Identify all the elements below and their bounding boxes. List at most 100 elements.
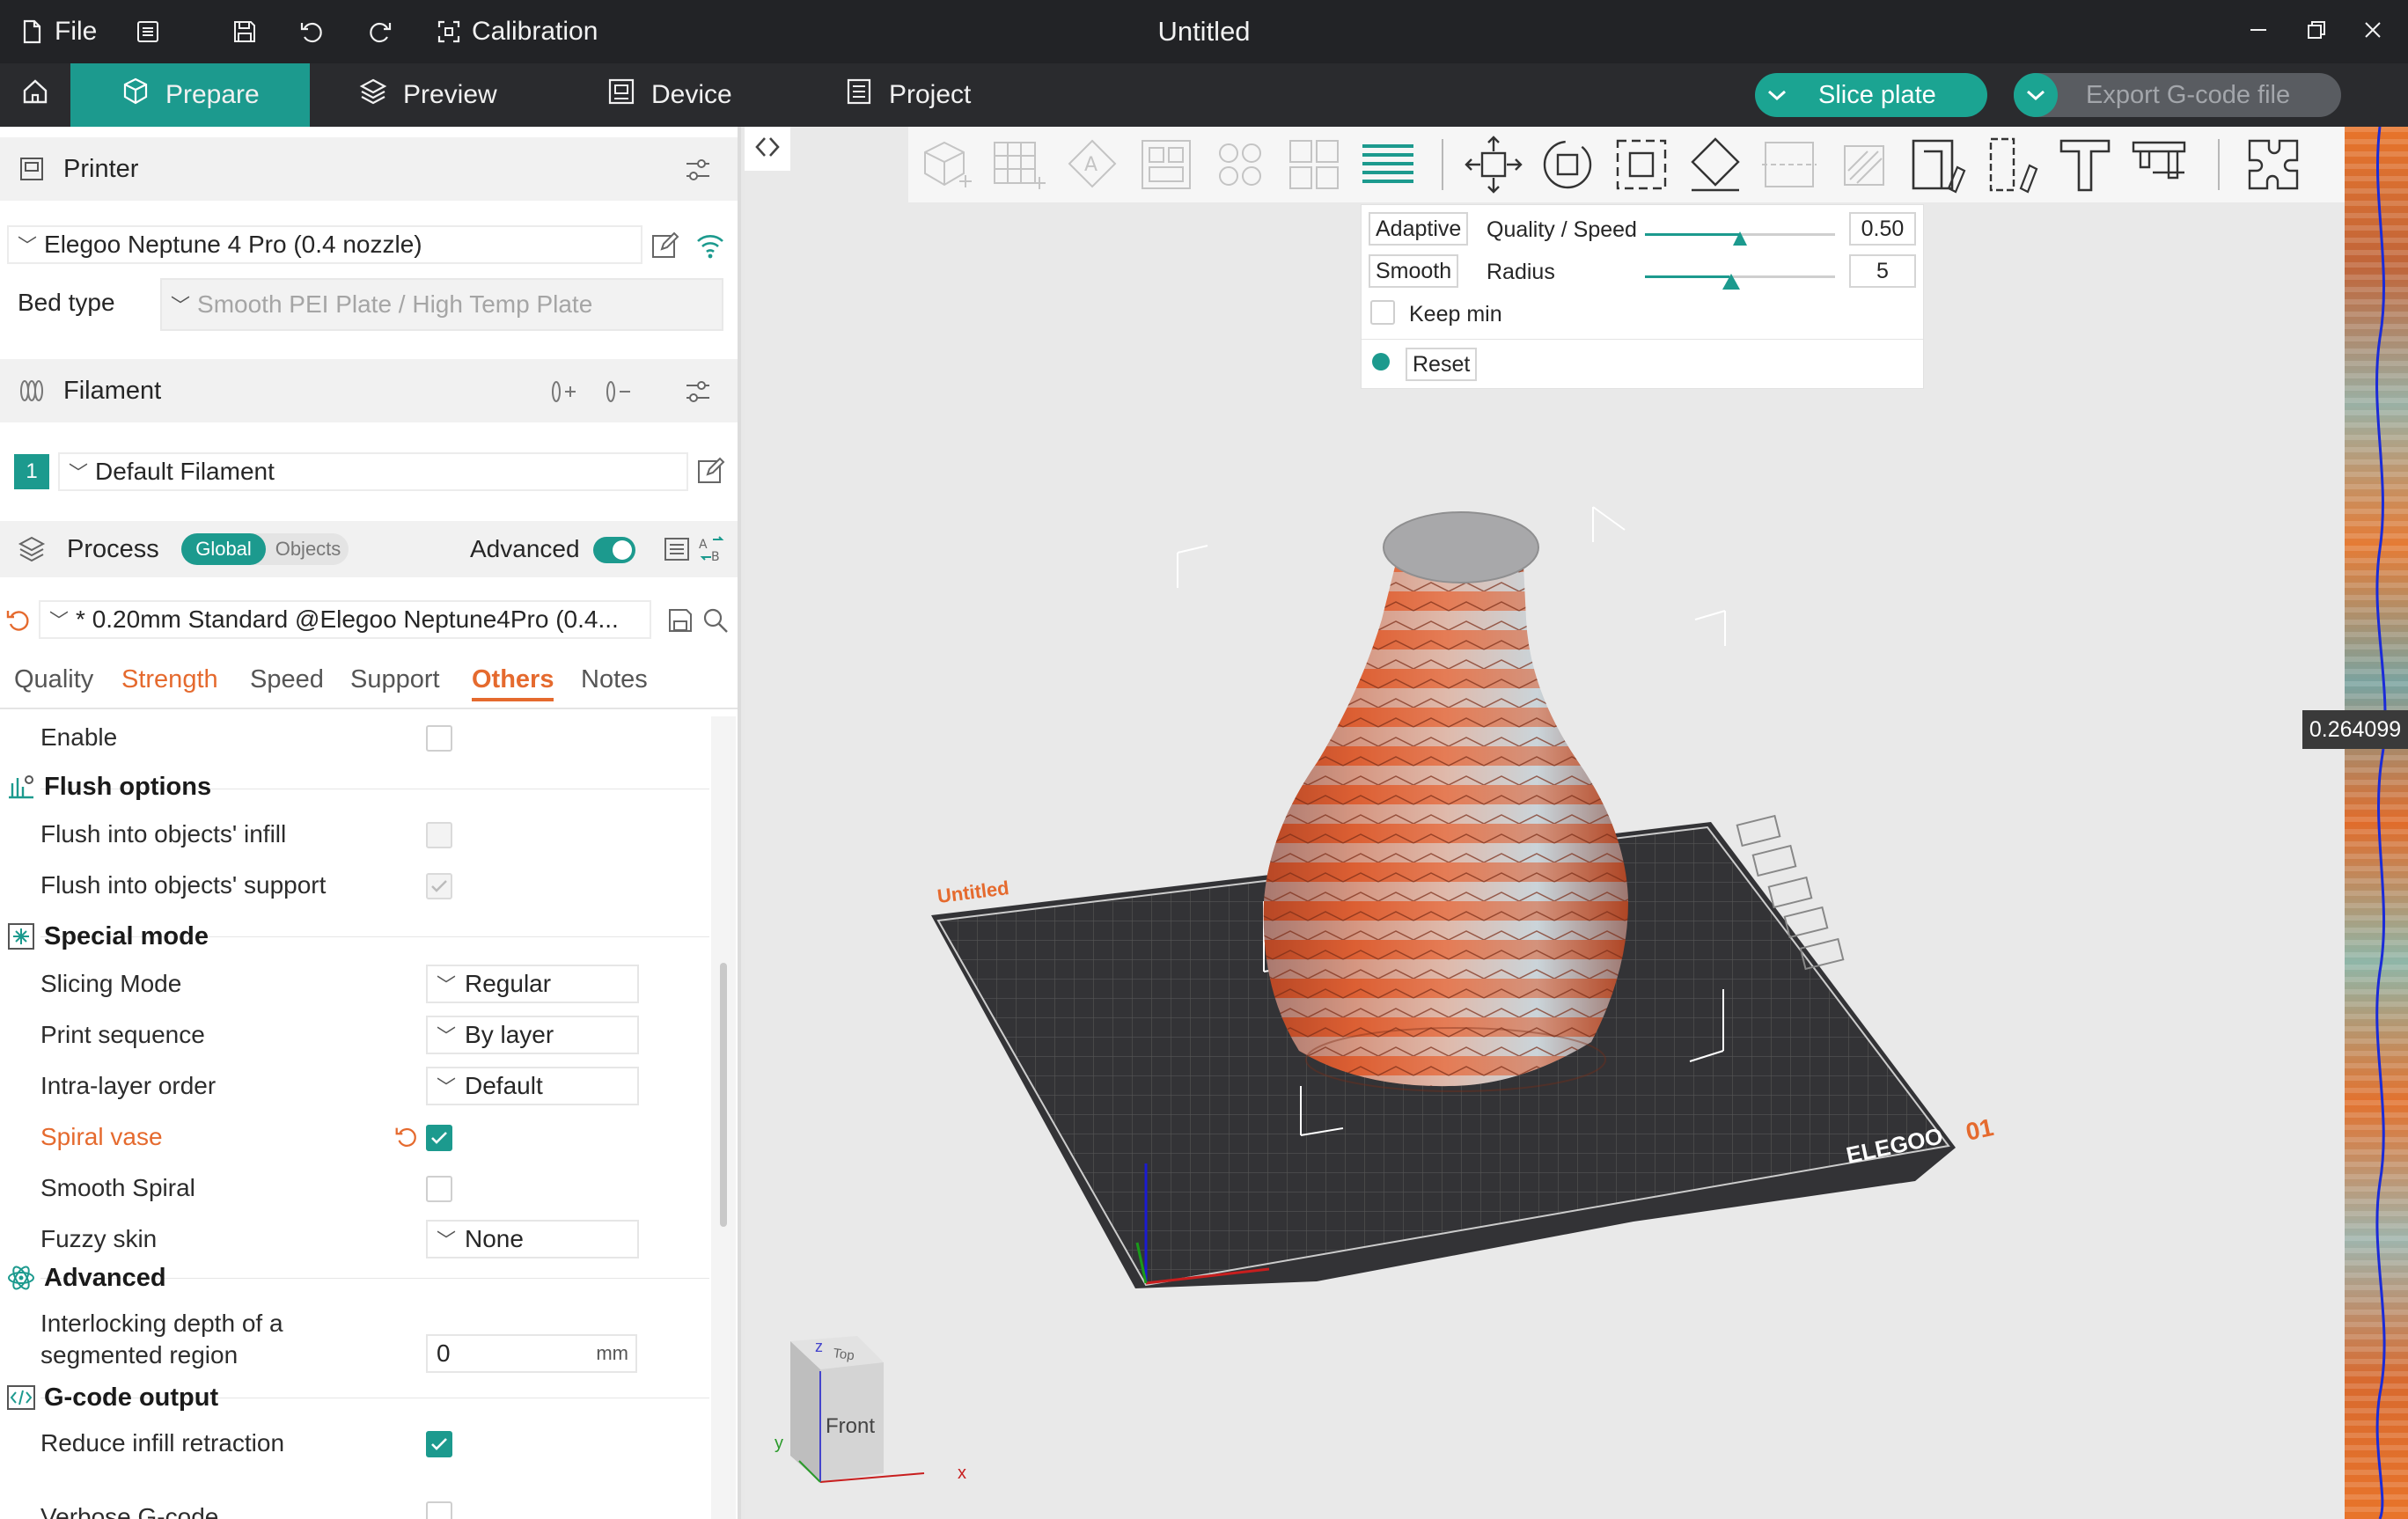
- assembly-tool[interactable]: [2243, 134, 2304, 195]
- export-gcode-button[interactable]: Export G-code file: [2014, 73, 2341, 117]
- ruler-tool[interactable]: [1980, 134, 2042, 195]
- title-bar: File Calibration Untitled: [0, 0, 2408, 63]
- radius-slider-thumb[interactable]: [1722, 274, 1740, 290]
- view-cube[interactable]: Top Front x y z: [775, 1336, 966, 1483]
- arrange-button[interactable]: [1135, 134, 1197, 195]
- reset-orange-icon[interactable]: [393, 1123, 421, 1151]
- wifi-icon[interactable]: [695, 231, 725, 261]
- remove-filament-icon[interactable]: [602, 377, 632, 407]
- measure-tool[interactable]: [2128, 134, 2190, 195]
- tab-strength[interactable]: Strength: [121, 665, 218, 694]
- process-section-header[interactable]: Process Global Objects Advanced AB: [0, 521, 738, 577]
- smooth-button[interactable]: Smooth: [1369, 254, 1459, 288]
- undo-button[interactable]: [297, 0, 326, 63]
- redo-button[interactable]: [366, 0, 394, 63]
- process-profile-select[interactable]: ﹀ * 0.20mm Standard @Elegoo Neptune4Pro …: [39, 600, 651, 639]
- caliper-icon: [2128, 141, 2190, 199]
- move-tool[interactable]: [1463, 134, 1524, 195]
- tab-quality[interactable]: Quality: [14, 665, 93, 694]
- advanced-switch[interactable]: [593, 537, 635, 563]
- radius-value-input[interactable]: 5: [1849, 254, 1916, 288]
- seam-paint-tool[interactable]: [1906, 134, 1968, 195]
- spiral-vase-checkbox[interactable]: [426, 1125, 452, 1151]
- compare-icon[interactable]: AB: [697, 534, 727, 564]
- edit-icon[interactable]: [695, 456, 725, 486]
- home-button[interactable]: [0, 63, 70, 127]
- split-parts-button[interactable]: [1283, 134, 1345, 195]
- rotate-tool[interactable]: [1537, 134, 1598, 195]
- quality-value-input[interactable]: 0.50: [1849, 212, 1916, 246]
- tab-preview[interactable]: Preview: [357, 63, 497, 127]
- scrollbar-thumb[interactable]: [720, 963, 727, 1227]
- save-icon[interactable]: [665, 605, 695, 635]
- tab-device[interactable]: Device: [606, 63, 732, 127]
- tab-prepare[interactable]: Prepare: [70, 63, 310, 127]
- flush-infill-checkbox[interactable]: [426, 822, 452, 848]
- tab-notes[interactable]: Notes: [581, 665, 648, 694]
- smooth-spiral-checkbox[interactable]: [426, 1176, 452, 1202]
- add-plate-button[interactable]: [987, 134, 1049, 195]
- filament-select[interactable]: ﹀ Default Filament: [58, 452, 688, 491]
- plate-name-label: Untitled: [936, 877, 1010, 907]
- calibration-menu[interactable]: Calibration: [435, 0, 598, 63]
- fuzzy-skin-select[interactable]: ﹀ None: [426, 1220, 639, 1258]
- radius-slider-track[interactable]: [1729, 275, 1835, 278]
- interlock-depth-input[interactable]: 0 mm: [426, 1334, 637, 1373]
- reset-button[interactable]: Reset: [1406, 348, 1478, 381]
- verbose-gcode-checkbox[interactable]: [426, 1501, 452, 1519]
- tab-speed[interactable]: Speed: [250, 665, 324, 694]
- slicing-mode-select[interactable]: ﹀ Regular: [426, 965, 639, 1003]
- intra-layer-select[interactable]: ﹀ Default: [426, 1067, 639, 1105]
- toggle-objects[interactable]: Objects: [268, 533, 349, 565]
- enable-checkbox[interactable]: [426, 725, 452, 752]
- flush-support-checkbox[interactable]: [426, 873, 452, 899]
- 3d-viewport[interactable]: Untitled ELEGOO 01 Top Front x y z A Ada…: [745, 127, 2408, 1519]
- filament-slot-badge[interactable]: 1: [14, 454, 49, 489]
- support-paint-tool[interactable]: [1832, 134, 1894, 195]
- print-sequence-select[interactable]: ﹀ By layer: [426, 1016, 639, 1054]
- list-icon[interactable]: [662, 534, 692, 564]
- split-objects-button[interactable]: [1209, 134, 1271, 195]
- scale-tool[interactable]: [1611, 134, 1672, 195]
- filament-section-header[interactable]: Filament: [0, 359, 738, 422]
- view-cube-front[interactable]: Front: [826, 1414, 875, 1438]
- settings-sliders-icon[interactable]: [683, 155, 713, 185]
- view-cube-top[interactable]: Top: [832, 1346, 855, 1363]
- tab-support[interactable]: Support: [350, 665, 440, 694]
- reduce-retraction-checkbox[interactable]: [426, 1431, 452, 1457]
- layer-height-profile[interactable]: [2345, 127, 2408, 1519]
- help-dot-icon[interactable]: [1372, 353, 1390, 371]
- reset-orange-icon[interactable]: [4, 605, 33, 635]
- toggle-global[interactable]: Global: [181, 533, 266, 565]
- special-mode-group: Special mode: [0, 919, 209, 954]
- auto-orient-button[interactable]: A: [1061, 134, 1123, 195]
- bed-type-select[interactable]: ﹀ Smooth PEI Plate / High Temp Plate: [160, 278, 723, 331]
- lay-on-face-tool[interactable]: [1685, 134, 1746, 195]
- search-icon[interactable]: [701, 605, 730, 635]
- collapse-sidebar-button[interactable]: [745, 127, 790, 171]
- tab-project[interactable]: Project: [843, 63, 971, 127]
- close-button[interactable]: [2338, 0, 2408, 63]
- add-object-button[interactable]: [914, 134, 975, 195]
- chevron-down-icon[interactable]: [1755, 73, 1799, 117]
- adaptive-button[interactable]: Adaptive: [1369, 212, 1469, 246]
- keep-min-checkbox[interactable]: [1370, 300, 1395, 325]
- text-tool[interactable]: [2054, 134, 2116, 195]
- cut-tool[interactable]: [1758, 134, 1820, 195]
- save-button[interactable]: [231, 0, 259, 63]
- printer-section-header[interactable]: Printer: [0, 137, 738, 201]
- quality-slider-track[interactable]: [1740, 233, 1835, 236]
- edit-icon[interactable]: [650, 231, 679, 261]
- settings-sliders-icon[interactable]: [683, 377, 713, 407]
- slice-plate-button[interactable]: Slice plate: [1755, 73, 1987, 117]
- quality-slider-thumb[interactable]: [1733, 231, 1747, 246]
- variable-layer-height-button[interactable]: [1357, 134, 1419, 195]
- printer-select[interactable]: ﹀ Elegoo Neptune 4 Pro (0.4 nozzle): [7, 225, 642, 264]
- hamburger-menu-button[interactable]: [134, 0, 162, 63]
- global-objects-toggle[interactable]: Global Objects: [181, 533, 349, 565]
- tab-others[interactable]: Others: [472, 665, 554, 701]
- add-filament-icon[interactable]: [547, 377, 577, 407]
- chevron-down-icon[interactable]: [2014, 73, 2058, 117]
- quality-slider-fill: [1645, 233, 1740, 236]
- file-menu[interactable]: File: [18, 0, 97, 63]
